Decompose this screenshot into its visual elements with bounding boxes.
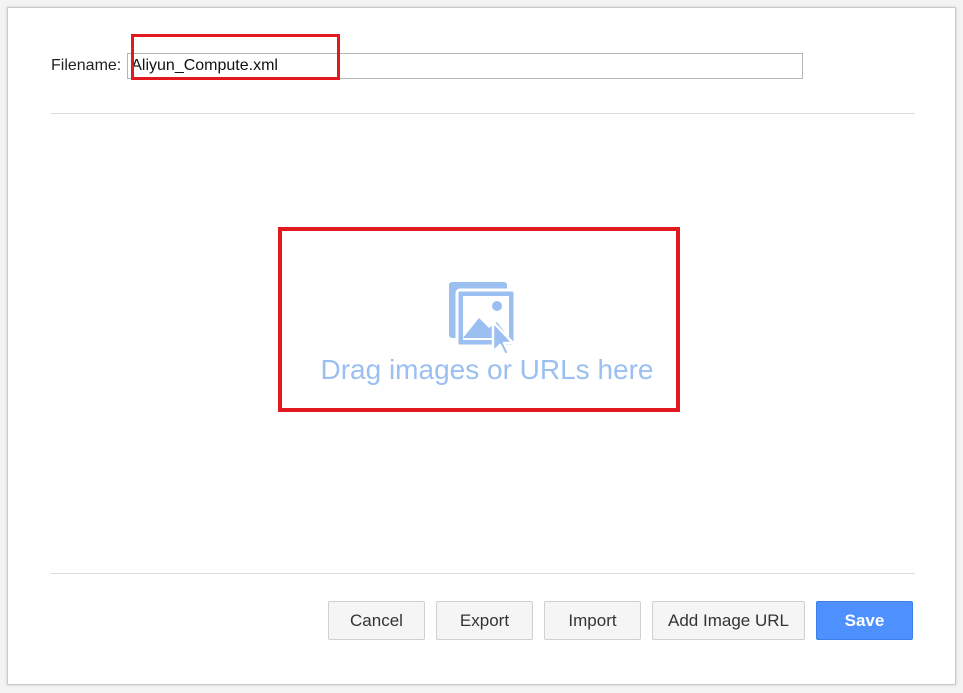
button-bar: Cancel Export Import Add Image URL Save <box>328 601 913 640</box>
filename-label: Filename: <box>51 57 122 74</box>
image-drop-icon <box>449 282 517 356</box>
image-dropzone[interactable]: Drag images or URLs here <box>51 114 915 573</box>
export-button[interactable]: Export <box>436 601 533 640</box>
dropzone-text: Drag images or URLs here <box>320 354 654 385</box>
cancel-button[interactable]: Cancel <box>328 601 425 640</box>
save-button[interactable]: Save <box>816 601 913 640</box>
filename-row: Filename: <box>51 51 804 81</box>
filename-input[interactable] <box>127 53 804 79</box>
dropzone-content: Drag images or URLs here <box>287 238 687 424</box>
divider-bottom <box>51 573 915 574</box>
dialog: Filename: Drag images or URLs here Cance… <box>7 7 956 685</box>
add-image-url-button[interactable]: Add Image URL <box>652 601 805 640</box>
import-button[interactable]: Import <box>544 601 641 640</box>
